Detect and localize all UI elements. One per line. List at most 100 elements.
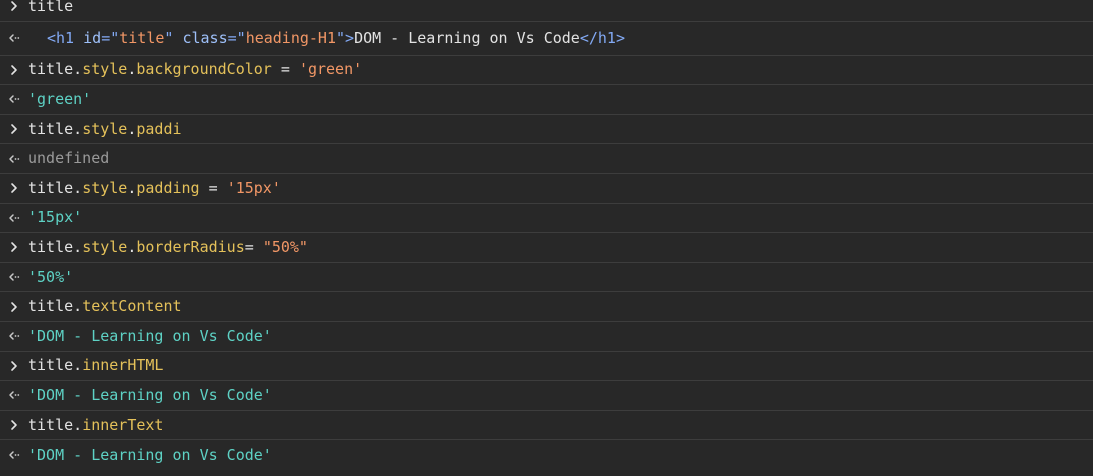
code-token: .	[127, 60, 137, 79]
return-arrow-icon	[6, 204, 22, 233]
code-token: '15px'	[28, 208, 83, 227]
chevron-right-icon	[6, 0, 22, 21]
console-output-row[interactable]: 'DOM - Learning on Vs Code'	[0, 440, 1093, 470]
console-command: title. style. borderRadius = "50%"	[28, 233, 308, 262]
code-token: innerText	[82, 415, 164, 434]
console-input-row: title. textContent	[0, 292, 1093, 322]
code-token: borderRadius	[136, 237, 245, 256]
chevron-right-icon	[6, 174, 22, 203]
console-input-row: title. innerText	[0, 411, 1093, 441]
code-token: '50%'	[28, 267, 74, 286]
chevron-right-icon	[6, 411, 22, 440]
code-token: undefined	[28, 149, 110, 168]
console-command: title. style. paddi	[28, 115, 182, 144]
code-token: <h1	[47, 28, 75, 47]
console-result: <h1 id =" title " class =" heading-H1 "> DOM - …	[47, 22, 625, 55]
code-token: ="	[227, 28, 246, 47]
chevron-right-icon	[6, 352, 22, 381]
return-arrow-icon	[6, 263, 22, 292]
console-result: 'DOM - Learning on Vs Code'	[28, 322, 272, 351]
console-input-row: title. style. padding = '15px'	[0, 174, 1093, 204]
code-token: title	[28, 60, 74, 79]
code-token: 'green'	[298, 60, 363, 79]
console-input-row: title. style. borderRadius = "50%"	[0, 233, 1093, 263]
console-result: 'DOM - Learning on Vs Code'	[28, 440, 272, 470]
console-result: '50%'	[28, 263, 73, 292]
console-input-row: title	[0, 0, 1093, 22]
code-token: "	[164, 28, 174, 47]
console-output-row[interactable]: '50%'	[0, 263, 1093, 293]
code-token: 'DOM - Learning on Vs Code'	[28, 326, 272, 345]
code-token: .	[73, 356, 83, 375]
console-output-row[interactable]: '15px'	[0, 204, 1093, 234]
code-token: title	[28, 297, 74, 316]
console-result: 'green'	[28, 85, 91, 114]
chevron-right-icon	[6, 115, 22, 144]
code-token: style	[82, 178, 128, 197]
code-token: 'DOM - Learning on Vs Code'	[28, 445, 272, 464]
chevron-right-icon	[6, 56, 22, 85]
console-command: title	[28, 0, 73, 21]
console-result: undefined	[28, 144, 109, 173]
console-output-row[interactable]: 'DOM - Learning on Vs Code'	[0, 381, 1093, 411]
code-token: =	[199, 178, 227, 197]
code-token: '15px'	[226, 178, 281, 197]
code-token: .	[127, 178, 137, 197]
return-arrow-icon	[6, 144, 22, 173]
code-token: .	[73, 178, 83, 197]
console-output-row[interactable]: <h1 id =" title " class =" heading-H1 "> DOM - …	[0, 22, 1093, 56]
return-arrow-icon	[6, 22, 22, 55]
code-token: title	[28, 237, 74, 256]
code-token: title	[28, 178, 74, 197]
code-token: ="	[101, 28, 120, 47]
code-token: heading-H1	[245, 28, 336, 47]
code-token: .	[73, 297, 83, 316]
code-token: style	[82, 60, 128, 79]
code-token: title	[28, 119, 74, 138]
console-result: '15px'	[28, 204, 82, 233]
code-token: .	[73, 415, 83, 434]
code-token: innerHTML	[82, 356, 164, 375]
console-command: title. style. backgroundColor = 'green'	[28, 56, 362, 85]
return-arrow-icon	[6, 381, 22, 410]
code-token: </h1>	[579, 28, 625, 47]
console-result: 'DOM - Learning on Vs Code'	[28, 381, 272, 410]
return-arrow-icon	[6, 85, 22, 114]
code-token: title	[28, 415, 74, 434]
code-token: .	[73, 237, 83, 256]
code-token: style	[82, 119, 128, 138]
code-token: .	[73, 119, 83, 138]
console-output-row[interactable]: 'green'	[0, 85, 1093, 115]
code-token: title	[28, 356, 74, 375]
console-input-row: title. innerHTML	[0, 352, 1093, 382]
code-token: DOM - Learning on Vs Code	[354, 28, 580, 47]
code-token: backgroundColor	[136, 60, 272, 79]
return-arrow-icon	[6, 322, 22, 351]
code-token: .	[73, 60, 83, 79]
code-token: title	[119, 28, 165, 47]
return-arrow-icon	[6, 440, 22, 470]
code-token: textContent	[82, 297, 182, 316]
console-command: title. style. padding = '15px'	[28, 174, 281, 203]
code-token: =	[271, 60, 299, 79]
console-output-row[interactable]: 'DOM - Learning on Vs Code'	[0, 322, 1093, 352]
console-output-row[interactable]: undefined	[0, 144, 1093, 174]
code-token: paddi	[136, 119, 182, 138]
chevron-right-icon	[6, 233, 22, 262]
chevron-right-icon	[6, 292, 22, 321]
code-token: style	[82, 237, 128, 256]
code-token: "50%"	[262, 237, 308, 256]
code-token: 'DOM - Learning on Vs Code'	[28, 385, 272, 404]
console-command: title. innerHTML	[28, 352, 163, 381]
code-token: .	[127, 237, 137, 256]
console-command: title. innerText	[28, 411, 163, 440]
code-token: ">	[336, 28, 355, 47]
console-input-row: title. style. paddi	[0, 115, 1093, 145]
code-token: class	[173, 28, 228, 47]
console-command: title. textContent	[28, 292, 182, 321]
code-token: padding	[136, 178, 200, 197]
console-input-row: title. style. backgroundColor = 'green'	[0, 56, 1093, 86]
code-token: id	[74, 28, 102, 47]
code-token: =	[244, 237, 263, 256]
code-token: .	[127, 119, 137, 138]
